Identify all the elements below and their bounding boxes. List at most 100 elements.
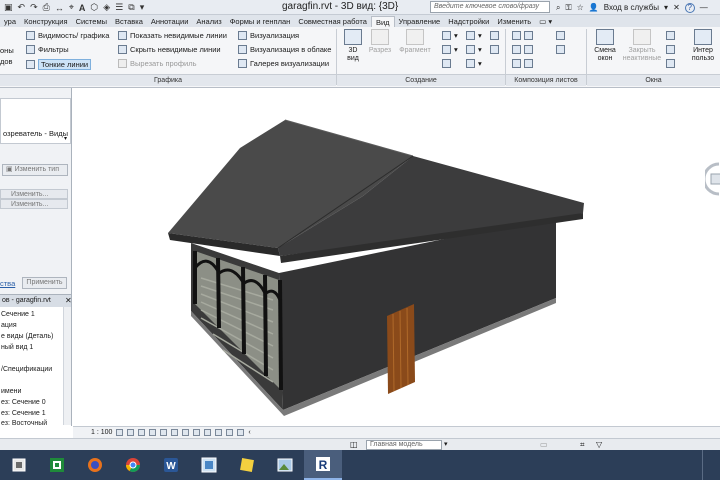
worksets-icon[interactable]: ◫ <box>350 440 358 449</box>
type-selector[interactable]: озреватель - Виды ▾ <box>0 98 71 144</box>
scale-label[interactable]: 1 : 100 <box>91 429 112 436</box>
search-icon[interactable]: ⌕ <box>556 3 560 13</box>
undo-icon[interactable]: ↶ <box>18 2 26 13</box>
view-templates-cut-2[interactable]: дов <box>0 57 13 66</box>
apply-button[interactable]: Применить <box>22 277 67 289</box>
render-gallery-button[interactable]: Галерея визуализации <box>238 59 329 68</box>
signin-link[interactable]: Вход в службы <box>604 3 659 12</box>
tab-collaborate[interactable]: Совместная работа <box>294 16 371 27</box>
tab-annotate[interactable]: Аннотации <box>147 16 193 27</box>
cut-profile-button[interactable]: Вырезать профиль <box>118 59 197 68</box>
browser-item[interactable]: Сечение 1 <box>1 310 35 319</box>
tile-button[interactable] <box>666 59 675 68</box>
properties-help-link[interactable]: ства <box>0 279 15 288</box>
guide-grid-button[interactable] <box>512 59 533 68</box>
temp-hide-icon[interactable] <box>204 429 212 436</box>
lock-view-icon[interactable] <box>193 429 201 436</box>
browser-item[interactable]: е виды (Деталь) <box>1 332 53 341</box>
section-icon[interactable]: ◈ <box>103 2 110 13</box>
exchange-icon[interactable]: ✕ <box>673 3 680 12</box>
star-icon[interactable]: ☆ <box>577 3 584 12</box>
visual-style-icon[interactable] <box>127 429 135 436</box>
hide-hidden-lines-button[interactable]: Скрыть невидимые линии <box>118 45 221 54</box>
close-browser-icon[interactable]: ✕ <box>65 296 72 305</box>
taskbar-spreadsheet-icon[interactable] <box>38 450 76 480</box>
tab-massing[interactable]: Формы и генплан <box>226 16 295 27</box>
help-icon[interactable]: ? <box>684 2 695 13</box>
view-templates-cut[interactable]: оны <box>0 46 14 55</box>
show-hidden-lines-button[interactable]: Показать невидимые линии <box>118 31 227 40</box>
redo-icon[interactable]: ↷ <box>30 2 38 13</box>
taskbar-sticky-icon[interactable] <box>228 450 266 480</box>
filters-button[interactable]: Фильтры <box>26 45 69 54</box>
edit-field-2[interactable]: Изменить... <box>0 199 68 209</box>
user-interface-button[interactable]: Интер пользо <box>686 29 720 63</box>
3d-viewport[interactable] <box>73 88 720 426</box>
taskbar-image-viewer-icon[interactable] <box>190 450 228 480</box>
duplicate-view-button[interactable]: ▾ <box>466 31 482 40</box>
title-block-button[interactable] <box>512 45 533 54</box>
3d-view-icon[interactable]: ⬡ <box>90 2 98 13</box>
tab-systems[interactable]: Системы <box>72 16 111 27</box>
filter-status-icon[interactable]: ▽ <box>596 440 602 449</box>
highlight-icon[interactable] <box>237 429 245 436</box>
browser-item[interactable]: /Спецификации <box>1 365 52 374</box>
tab-architecture[interactable]: ура <box>0 16 20 27</box>
schedules-button[interactable]: ▾ <box>466 59 482 68</box>
taskbar-chrome-icon[interactable] <box>114 450 152 480</box>
render-cloud-button[interactable]: Визуализация в облаке <box>238 45 331 54</box>
design-options-dropdown[interactable]: Главная модель <box>366 440 442 450</box>
browser-item[interactable]: ез: Сечение 0 <box>1 398 46 407</box>
sheet-button[interactable] <box>512 31 533 40</box>
tab-view[interactable]: Вид <box>370 16 395 27</box>
taskbar-word-icon[interactable]: W <box>152 450 190 480</box>
browser-item[interactable]: ный вид 1 <box>1 343 33 352</box>
visibility-graphics-button[interactable]: Видимость/ графика <box>26 31 109 40</box>
minimize-icon[interactable]: — <box>700 3 708 12</box>
subscription-icon[interactable]: ⚿ <box>565 3 571 13</box>
garage-3d-model[interactable] <box>73 88 720 426</box>
section-button[interactable]: Разрез <box>366 29 394 55</box>
browser-scrollbar[interactable] <box>63 307 71 425</box>
browser-item[interactable]: ез: Сечение 1 <box>1 409 46 418</box>
tab-addins[interactable]: Надстройки <box>444 16 493 27</box>
editable-only-icon[interactable]: ▭ <box>540 440 548 449</box>
show-crop-icon[interactable] <box>182 429 190 436</box>
taskbar-revit-icon[interactable]: R <box>304 450 342 480</box>
browser-item[interactable]: ез: Восточный <box>1 419 47 428</box>
viewcube-icon[interactable] <box>702 162 720 196</box>
edit-field-1[interactable]: Изменить... <box>0 189 68 199</box>
reveal-hidden-icon[interactable] <box>215 429 223 436</box>
detail-level-icon[interactable] <box>116 429 124 436</box>
render-button[interactable]: Визуализация <box>238 31 299 40</box>
tab-modify[interactable]: Изменить <box>493 16 535 27</box>
select-links-icon[interactable]: ⌗ <box>580 440 585 450</box>
tab-manage[interactable]: Управление <box>395 16 445 27</box>
viewports-button[interactable] <box>556 45 565 54</box>
browser-item[interactable]: ация <box>1 321 17 330</box>
dimension-icon[interactable]: ⌖ <box>69 2 74 13</box>
edit-type-button[interactable]: ▣ Изменить тип <box>2 164 68 176</box>
taskbar-photos-icon[interactable] <box>266 450 304 480</box>
save-icon[interactable]: ▣ <box>4 2 13 13</box>
show-desktop-button[interactable] <box>702 450 720 480</box>
elevation-button[interactable]: ▾ <box>442 45 458 54</box>
analytical-model-icon[interactable] <box>226 429 234 436</box>
plan-views-button[interactable]: ▾ <box>442 31 458 40</box>
taskbar-store-icon[interactable] <box>0 450 38 480</box>
legends-button[interactable]: ▾ <box>466 45 482 54</box>
thin-lines-button[interactable]: Тонкие линии <box>26 59 92 70</box>
tab-insert[interactable]: Вставка <box>111 16 147 27</box>
view-reference-button[interactable] <box>556 31 565 40</box>
tab-analyze[interactable]: Анализ <box>192 16 225 27</box>
user-icon[interactable]: 👤 <box>589 3 599 12</box>
close-inactive-button[interactable]: Закрыть неактивные <box>622 29 662 63</box>
text-icon[interactable]: A <box>79 3 86 13</box>
taskbar-firefox-icon[interactable] <box>76 450 114 480</box>
qat-dropdown-icon[interactable]: ▾ <box>140 2 145 13</box>
tab-structure[interactable]: Конструкция <box>20 16 72 27</box>
switch-windows-button[interactable]: Смена окон <box>590 29 620 63</box>
crop-view-icon[interactable] <box>171 429 179 436</box>
shadows-icon[interactable] <box>149 429 157 436</box>
viewbar-more-icon[interactable]: ‹ <box>248 429 250 436</box>
